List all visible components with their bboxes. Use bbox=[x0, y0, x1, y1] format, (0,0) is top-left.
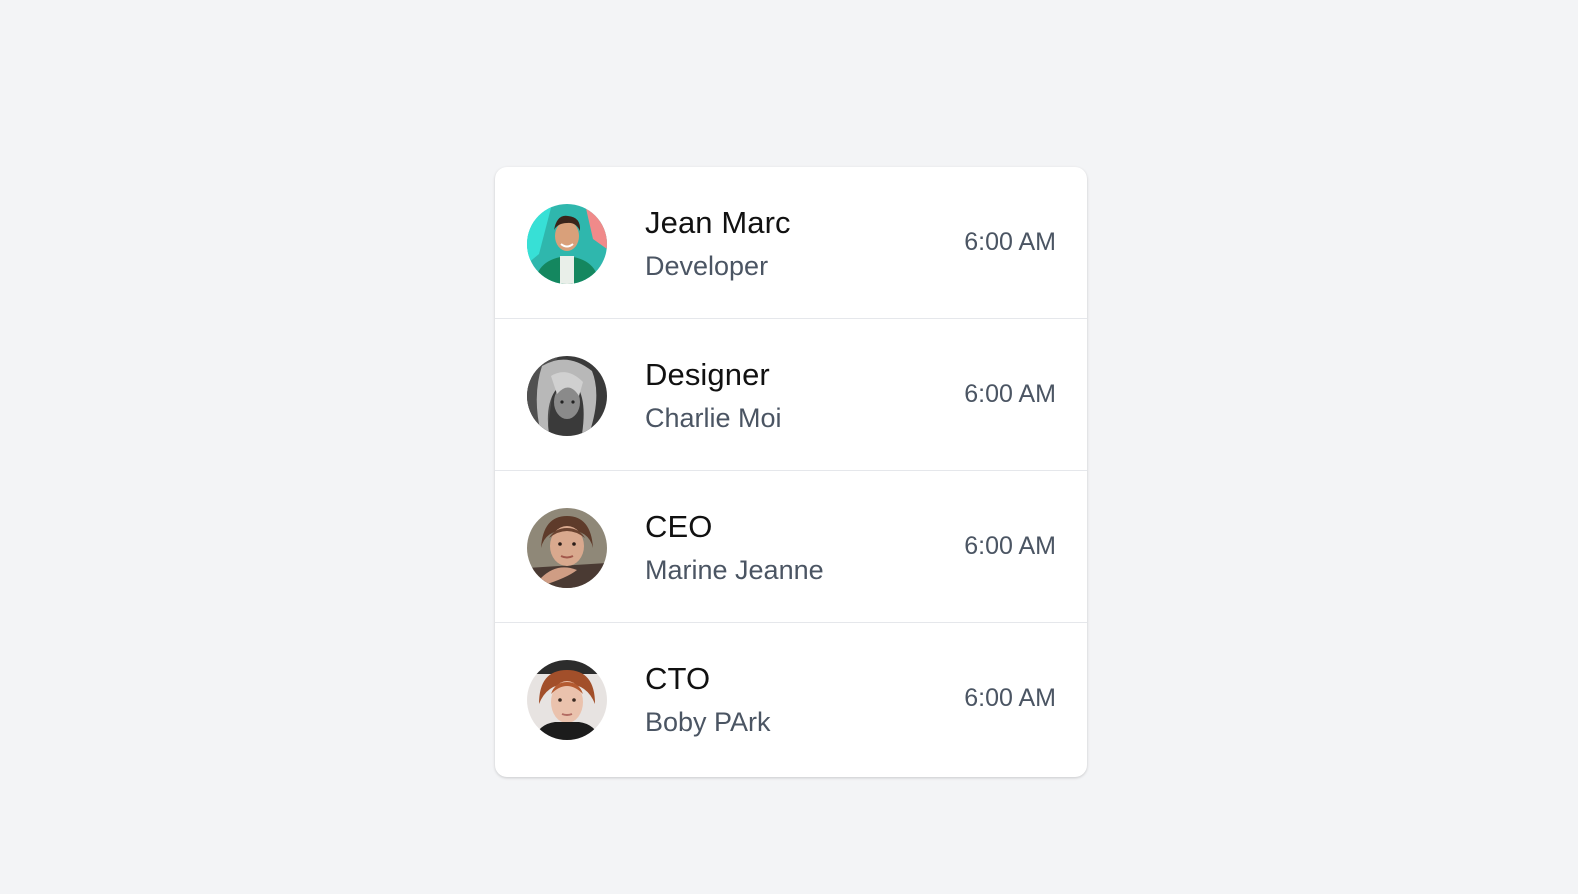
avatar-photo-charlie-moi bbox=[527, 356, 607, 436]
avatar-photo-jean-marc bbox=[527, 204, 607, 284]
contact-time: 6:00 AM bbox=[964, 380, 1056, 408]
list-item[interactable]: CEO Marine Jeanne 6:00 AM bbox=[495, 471, 1087, 623]
contact-subtitle: Developer bbox=[645, 251, 769, 281]
list-item[interactable]: Jean Marc Developer 6:00 AM bbox=[495, 167, 1087, 319]
contact-subtitle: Charlie Moi bbox=[645, 403, 782, 433]
contact-title: CEO bbox=[645, 509, 713, 544]
contact-time: 6:00 AM bbox=[964, 684, 1056, 712]
contact-time: 6:00 AM bbox=[964, 228, 1056, 256]
contact-subtitle: Marine Jeanne bbox=[645, 555, 824, 585]
contact-title: Designer bbox=[645, 357, 770, 392]
contact-subtitle: Boby PArk bbox=[645, 707, 771, 737]
avatar-photo-marine-jeanne bbox=[527, 508, 607, 588]
contact-list-card: Jean Marc Developer 6:00 AM Designer Cha… bbox=[495, 167, 1087, 777]
contact-title: CTO bbox=[645, 661, 711, 696]
avatar-photo-boby-park bbox=[527, 660, 607, 740]
list-item[interactable]: CTO Boby PArk 6:00 AM bbox=[495, 623, 1087, 776]
avatar bbox=[527, 204, 607, 284]
avatar bbox=[527, 356, 607, 436]
contact-time: 6:00 AM bbox=[964, 532, 1056, 560]
avatar bbox=[527, 508, 607, 588]
avatar bbox=[527, 660, 607, 740]
contact-title: Jean Marc bbox=[645, 205, 791, 240]
list-item[interactable]: Designer Charlie Moi 6:00 AM bbox=[495, 319, 1087, 471]
